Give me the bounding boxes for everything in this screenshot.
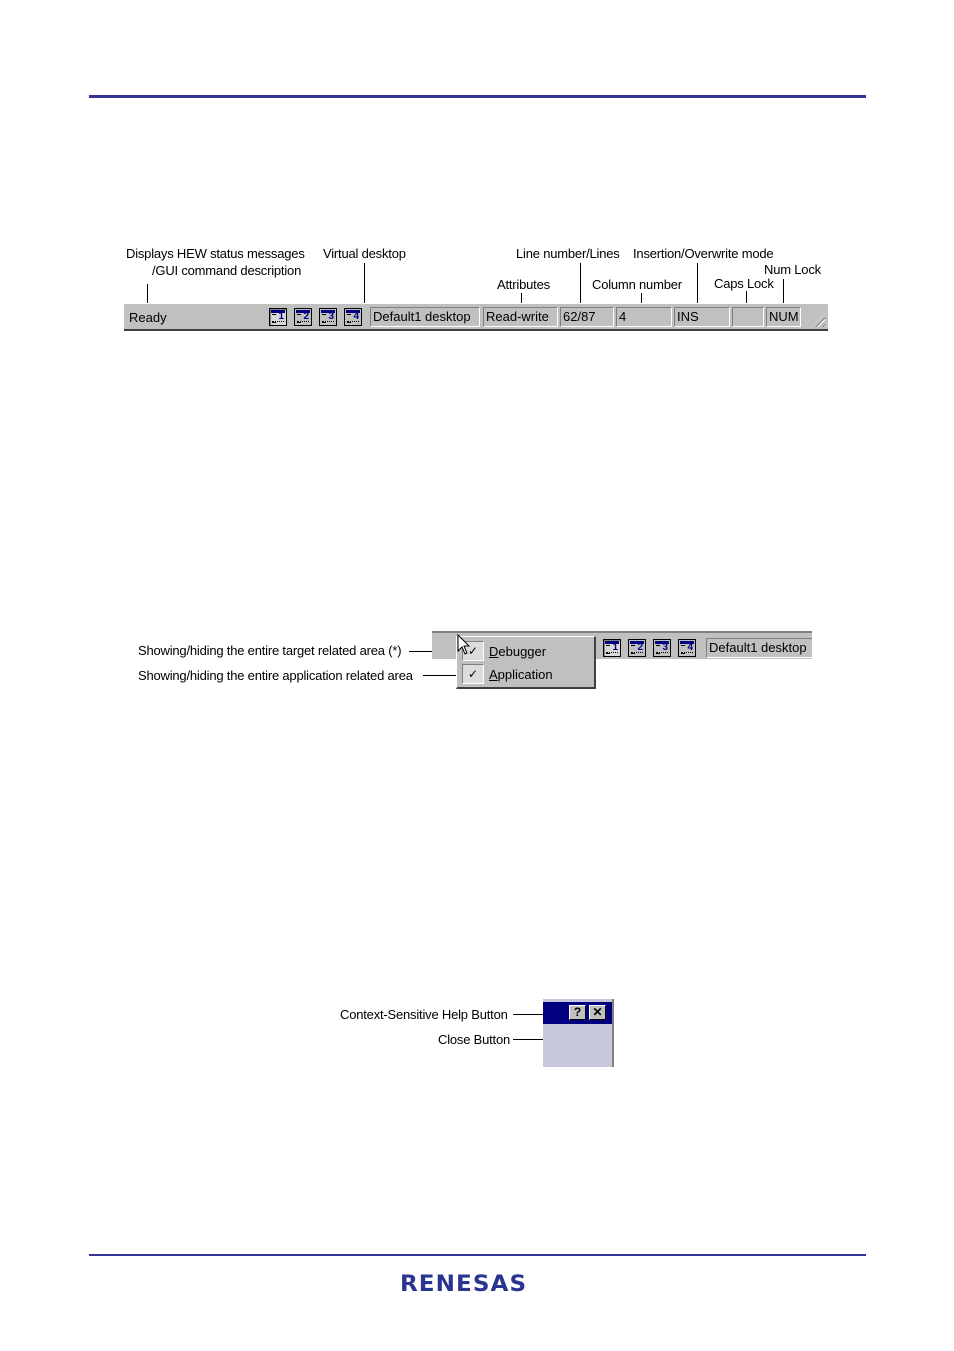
desktop-2-button[interactable]: 2 bbox=[294, 308, 312, 326]
status-message: Ready bbox=[129, 310, 167, 325]
callout-close-button: Close Button bbox=[438, 1032, 511, 1047]
close-button[interactable]: ✕ bbox=[589, 1005, 606, 1020]
leader-line bbox=[641, 293, 642, 303]
leader-line bbox=[521, 293, 522, 303]
header-rule bbox=[89, 95, 866, 98]
desktop-name-pane: Default1 desktop bbox=[706, 638, 812, 658]
column-number-pane: 4 bbox=[616, 307, 672, 327]
menu-item-label: ebugger bbox=[498, 644, 547, 659]
leader-line bbox=[580, 263, 581, 303]
num-lock-pane: NUM bbox=[766, 307, 801, 327]
desktop-3-button[interactable]: 3 bbox=[653, 639, 671, 657]
menu-item-debugger[interactable]: ✓ Debugger bbox=[460, 640, 590, 662]
desktop-3-button[interactable]: 3 bbox=[319, 308, 337, 326]
desktop-2-button[interactable]: 2 bbox=[628, 639, 646, 657]
insert-mode-pane: INS bbox=[674, 307, 730, 327]
callout-application-area: Showing/hiding the entire application re… bbox=[138, 668, 413, 683]
callout-attributes: Attributes bbox=[497, 277, 550, 292]
leader-line bbox=[697, 263, 698, 303]
callout-caps-lock: Caps Lock bbox=[714, 276, 774, 291]
menu-item-label: pplication bbox=[497, 667, 553, 682]
footer-rule bbox=[89, 1254, 866, 1256]
callout-virtual-desktop: Virtual desktop bbox=[323, 246, 406, 261]
leader-line bbox=[783, 279, 784, 303]
desktop-4-button[interactable]: 4 bbox=[678, 639, 696, 657]
desktop-1-button[interactable]: 1 bbox=[269, 308, 287, 326]
callout-help-button: Context-Sensitive Help Button bbox=[340, 1007, 508, 1022]
callout-column-number: Column number bbox=[592, 277, 682, 292]
mnemonic: A bbox=[489, 667, 498, 682]
menu-item-application[interactable]: ✓ Application bbox=[460, 663, 590, 685]
desktop-4-button[interactable]: 4 bbox=[344, 308, 362, 326]
help-button[interactable]: ? bbox=[569, 1005, 586, 1020]
attributes-pane: Read-write bbox=[483, 307, 558, 327]
line-number-pane: 62/87 bbox=[560, 307, 614, 327]
callout-insert-mode: Insertion/Overwrite mode bbox=[633, 246, 774, 261]
resize-grip[interactable] bbox=[811, 313, 825, 327]
mouse-pointer-icon bbox=[457, 634, 471, 655]
check-icon: ✓ bbox=[462, 664, 484, 684]
desktop-1-button[interactable]: 1 bbox=[603, 639, 621, 657]
renesas-logo: RENESAS bbox=[399, 1272, 528, 1297]
callout-target-area: Showing/hiding the entire target related… bbox=[138, 643, 402, 658]
callout-line-number: Line number/Lines bbox=[516, 246, 620, 261]
desktop-name-pane: Default1 desktop bbox=[370, 307, 480, 327]
callout-num-lock: Num Lock bbox=[764, 262, 821, 277]
leader-line bbox=[147, 284, 148, 303]
callout-status-messages: Displays HEW status messages bbox=[126, 246, 305, 261]
leader-line bbox=[364, 263, 365, 303]
callout-gui-command: /GUI command description bbox=[152, 263, 302, 278]
leader-line bbox=[746, 291, 747, 303]
caps-lock-pane bbox=[732, 307, 764, 327]
status-bar: Ready 1 2 3 4 Default1 desktop Read-writ… bbox=[124, 303, 828, 331]
mnemonic: D bbox=[489, 644, 499, 659]
context-menu: ✓ Debugger ✓ Application bbox=[456, 636, 596, 689]
